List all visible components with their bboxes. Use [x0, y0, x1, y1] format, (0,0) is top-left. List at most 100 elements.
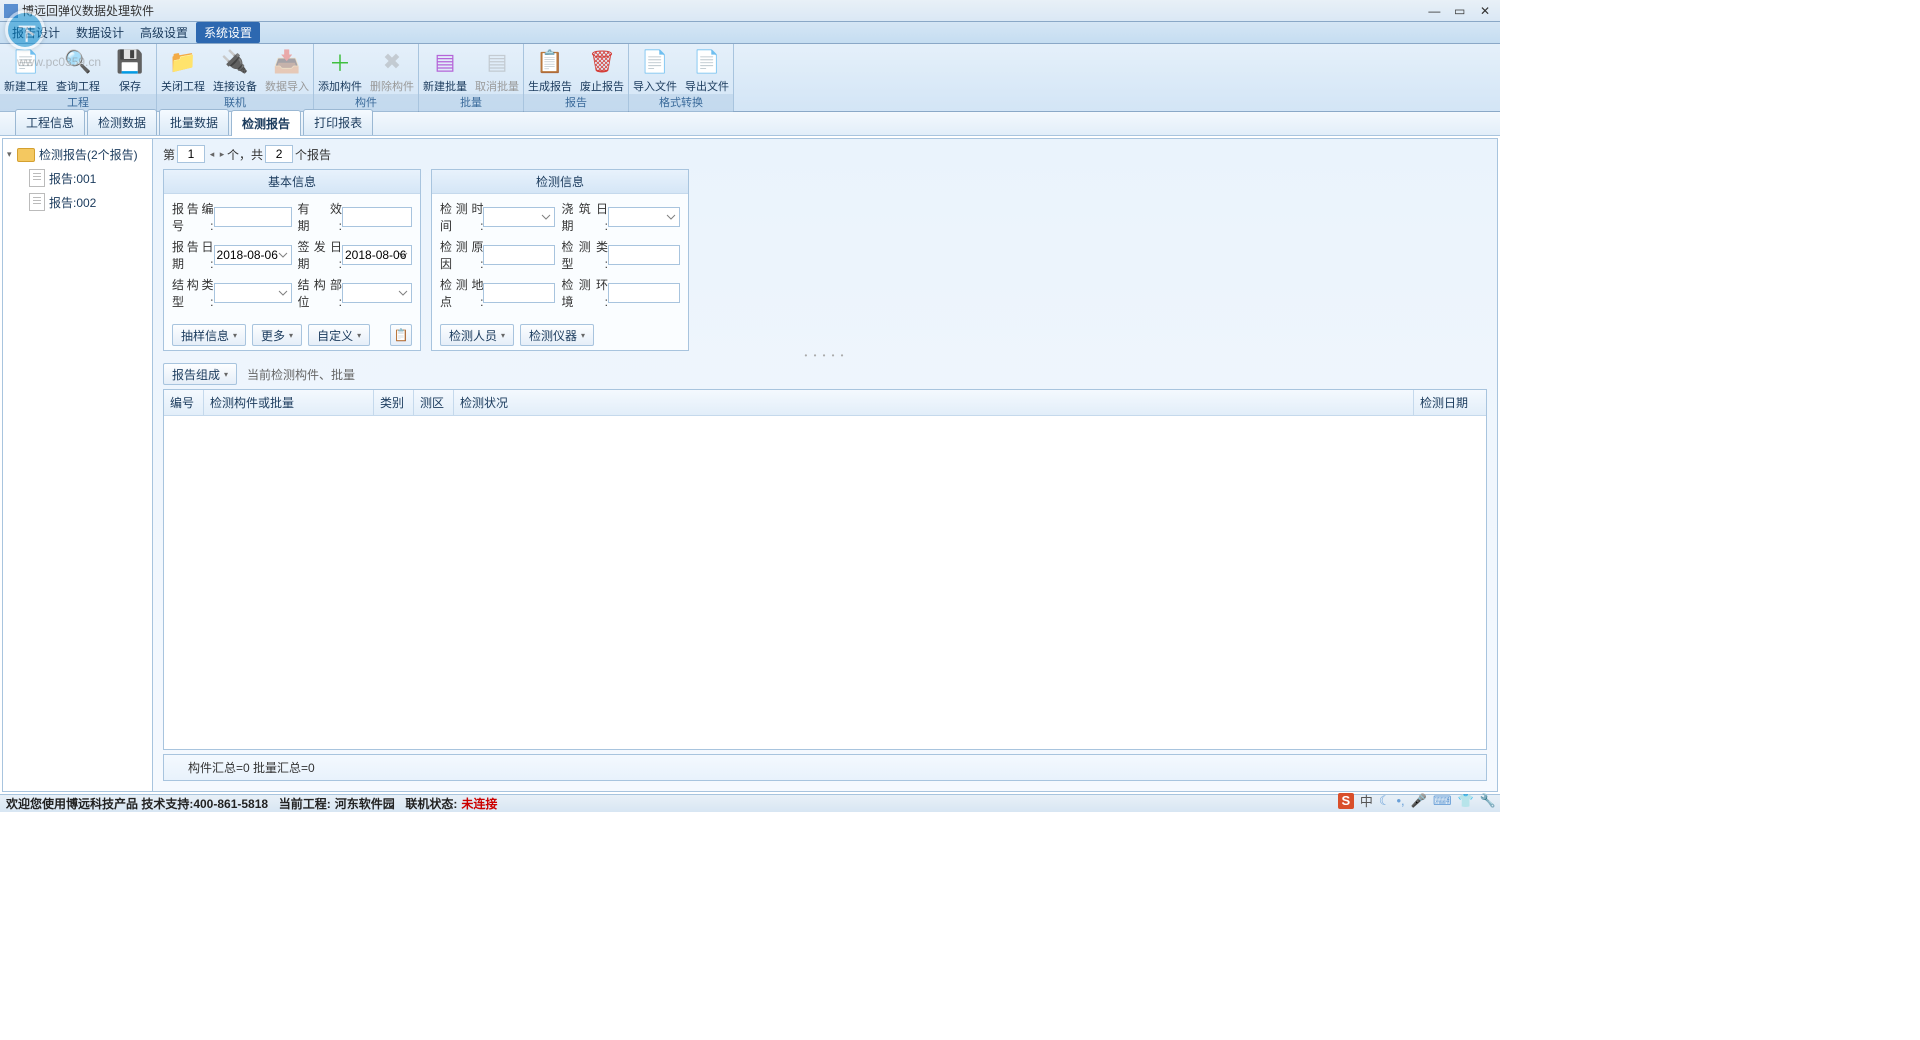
detect-place-input[interactable] [483, 283, 555, 303]
menu-report-design[interactable]: 报告设计 [4, 22, 68, 43]
ribbon-icon: 📁 [169, 48, 197, 76]
th-id[interactable]: 编号 [164, 390, 204, 415]
copy-icon-button[interactable]: 📋 [390, 324, 412, 346]
report-no-input[interactable] [214, 207, 292, 227]
th-status[interactable]: 检测状况 [454, 390, 1414, 415]
ime-settings-icon[interactable]: 🔧 [1480, 793, 1496, 809]
tab-print-report[interactable]: 打印报表 [303, 109, 373, 135]
th-date[interactable]: 检测日期 [1414, 390, 1486, 415]
ribbon-icon: ▤ [483, 48, 511, 76]
tab-detect-data[interactable]: 检测数据 [87, 109, 157, 135]
report-pager: 第 ◂ ▸ 个，共 个报告 [153, 139, 1497, 169]
sign-date-input[interactable] [342, 245, 412, 265]
menu-advanced[interactable]: 高级设置 [132, 22, 196, 43]
ribbon-新建批量[interactable]: ▤新建批量 [419, 44, 471, 94]
tab-detect-report[interactable]: 检测报告 [231, 110, 301, 136]
report-composition-button[interactable]: 报告组成▾ [163, 363, 237, 385]
composition-text: 当前检测构件、批量 [247, 366, 355, 383]
tab-project-info[interactable]: 工程信息 [15, 109, 85, 135]
ribbon-数据导入: 📥数据导入 [261, 44, 313, 94]
more-button[interactable]: 更多▾ [252, 324, 302, 346]
minimize-button[interactable]: — [1423, 4, 1445, 18]
valid-period-input[interactable] [342, 207, 412, 227]
detect-env-input[interactable] [608, 283, 680, 303]
ribbon-icon: 💾 [116, 48, 144, 76]
menu-data-design[interactable]: 数据设计 [68, 22, 132, 43]
tree-child-2[interactable]: 报告:002 [3, 190, 152, 214]
ribbon-导入文件[interactable]: 📄导入文件 [629, 44, 681, 94]
h-splitter[interactable]: • • • • • [153, 351, 1497, 359]
document-tabs: 工程信息 检测数据 批量数据 检测报告 打印报表 [0, 112, 1500, 136]
ribbon-连接设备[interactable]: 🔌连接设备 [209, 44, 261, 94]
ime-moon-icon[interactable]: ☾ [1379, 793, 1391, 809]
ribbon-删除构件: ✖删除构件 [366, 44, 418, 94]
pager-prev[interactable]: ◂ [207, 149, 217, 160]
tree-child-1[interactable]: 报告:001 [3, 166, 152, 190]
ribbon-关闭工程[interactable]: 📁关闭工程 [157, 44, 209, 94]
ribbon-保存[interactable]: 💾保存 [104, 44, 156, 94]
ribbon-icon: 🗑 [588, 48, 616, 76]
tree-root[interactable]: ▾ 检测报告(2个报告) [3, 143, 152, 166]
folder-icon [17, 148, 35, 162]
pager-current-input[interactable] [177, 145, 205, 163]
menu-system-settings[interactable]: 系统设置 [196, 22, 260, 43]
menu-bar: 报告设计 数据设计 高级设置 系统设置 [0, 22, 1500, 44]
ime-keyboard-icon[interactable]: ⌨ [1433, 793, 1452, 809]
ribbon-废止报告[interactable]: 🗑废止报告 [576, 44, 628, 94]
document-icon [29, 193, 45, 211]
ribbon-取消批量: ▤取消批量 [471, 44, 523, 94]
table-summary: 构件汇总=0 批量汇总=0 [163, 754, 1487, 781]
ime-skin-icon[interactable]: 👕 [1458, 793, 1474, 809]
ime-lang[interactable]: 中 [1360, 791, 1373, 810]
maximize-button[interactable]: ▭ [1449, 4, 1471, 18]
ribbon-icon: 🔌 [221, 48, 249, 76]
ime-mic-icon[interactable]: 🎤 [1411, 793, 1427, 809]
pager-total-input [265, 145, 293, 163]
pour-date-input[interactable] [608, 207, 680, 227]
tree-expander-icon[interactable]: ▾ [7, 149, 17, 160]
app-title: 博远回弹仪数据处理软件 [22, 2, 1423, 19]
ribbon-icon: 🔍 [64, 48, 92, 76]
struct-part-input[interactable] [342, 283, 412, 303]
ribbon-查询工程[interactable]: 🔍查询工程 [52, 44, 104, 94]
ribbon-添加构件[interactable]: ＋添加构件 [314, 44, 366, 94]
components-table: 编号 检测构件或批量 类别 测区 检测状况 检测日期 [163, 389, 1487, 750]
ime-logo-icon[interactable]: S [1338, 793, 1354, 809]
report-date-input[interactable] [214, 245, 292, 265]
ribbon-toolbar: 📄新建工程🔍查询工程💾保存工程📁关闭工程🔌连接设备📥数据导入联机＋添加构件✖删除… [0, 44, 1500, 112]
ribbon-icon: 📄 [641, 48, 669, 76]
sample-info-button[interactable]: 抽样信息▾ [172, 324, 246, 346]
close-button[interactable]: ✕ [1474, 4, 1496, 18]
struct-type-input[interactable] [214, 283, 292, 303]
detect-device-button[interactable]: 检测仪器▾ [520, 324, 594, 346]
detect-reason-input[interactable] [483, 245, 555, 265]
th-component[interactable]: 检测构件或批量 [204, 390, 374, 415]
custom-button[interactable]: 自定义▾ [308, 324, 370, 346]
ribbon-导出文件[interactable]: 📄导出文件 [681, 44, 733, 94]
ribbon-新建工程[interactable]: 📄新建工程 [0, 44, 52, 94]
status-bar: 欢迎您使用博远科技产品 技术支持:400-861-5818 当前工程:河东软件园… [0, 794, 1500, 812]
basic-info-panel: 基本信息 报告编号: 有 效 期: 报告日期: 签发日期: [163, 169, 421, 351]
table-body [164, 416, 1486, 749]
detect-type-input[interactable] [608, 245, 680, 265]
th-zone[interactable]: 测区 [414, 390, 454, 415]
ime-toolbar[interactable]: S 中 ☾ •, 🎤 ⌨ 👕 🔧 [1338, 791, 1496, 810]
document-icon [29, 169, 45, 187]
ribbon-icon: ▤ [431, 48, 459, 76]
ribbon-icon: 📋 [536, 48, 564, 76]
title-bar: 博远回弹仪数据处理软件 — ▭ ✕ [0, 0, 1500, 22]
detect-person-button[interactable]: 检测人员▾ [440, 324, 514, 346]
ribbon-icon: 📄 [693, 48, 721, 76]
th-category[interactable]: 类别 [374, 390, 414, 415]
ribbon-生成报告[interactable]: 📋生成报告 [524, 44, 576, 94]
ribbon-icon: ✖ [378, 48, 406, 76]
ime-punct-icon[interactable]: •, [1397, 793, 1405, 808]
detect-info-panel: 检测信息 检测时间: 浇筑日期: 检测原因: 检测类型: [431, 169, 689, 351]
ribbon-icon: 📄 [12, 48, 40, 76]
ribbon-icon: ＋ [326, 48, 354, 76]
tab-batch-data[interactable]: 批量数据 [159, 109, 229, 135]
app-icon [4, 4, 18, 18]
detect-time-input[interactable] [483, 207, 555, 227]
report-tree-sidebar: ▾ 检测报告(2个报告) 报告:001 报告:002 [3, 139, 153, 791]
pager-next[interactable]: ▸ [217, 149, 227, 160]
